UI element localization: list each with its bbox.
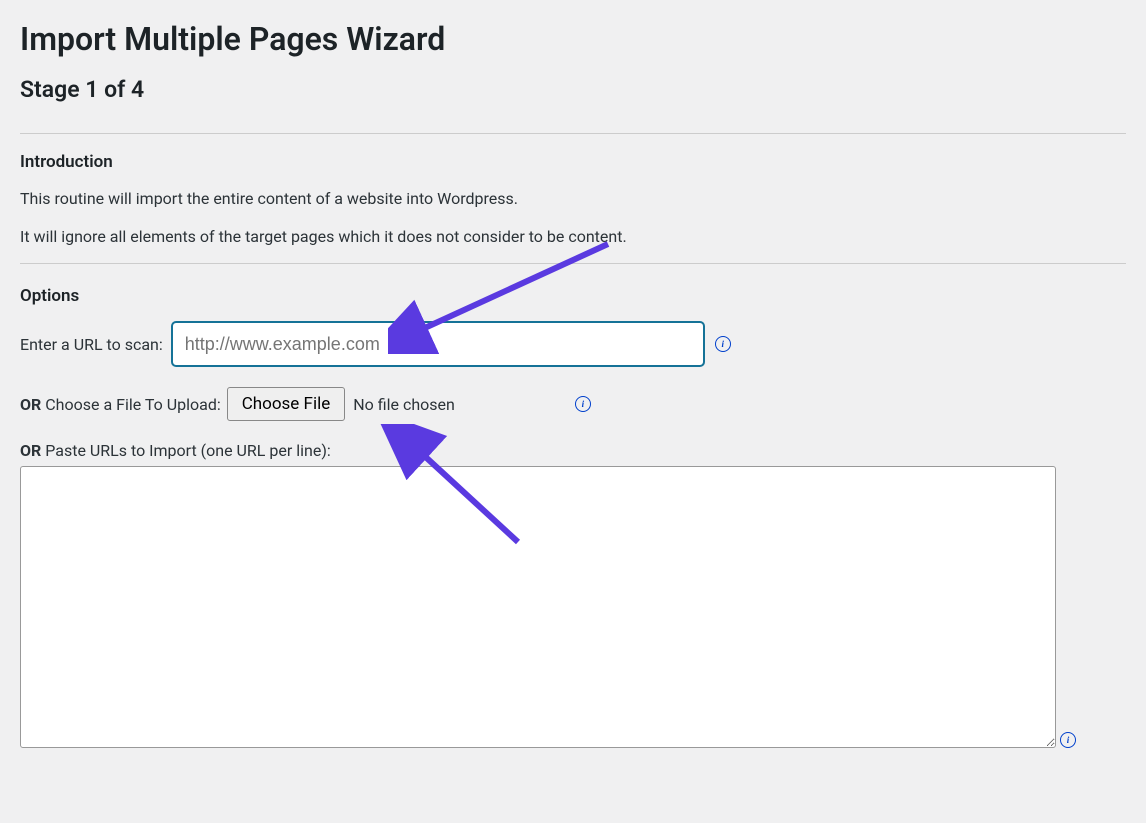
file-status: No file chosen [353,395,455,414]
url-input[interactable] [171,321,705,367]
paste-urls-label: OR Paste URLs to Import (one URL per lin… [20,441,1126,460]
options-heading: Options [20,286,1126,306]
intro-heading: Introduction [20,152,1126,172]
info-icon[interactable]: i [1060,732,1076,748]
choose-file-button[interactable]: Choose File [227,387,346,421]
stage-heading: Stage 1 of 4 [20,76,1126,103]
info-icon[interactable]: i [575,396,591,412]
url-label: Enter a URL to scan: [20,335,163,354]
page-title: Import Multiple Pages Wizard [20,20,1126,58]
divider [20,263,1126,264]
divider [20,133,1126,134]
paste-urls-textarea[interactable] [20,466,1056,748]
info-icon[interactable]: i [715,336,731,352]
file-upload-label: OR Choose a File To Upload: [20,395,221,414]
intro-text-2: It will ignore all elements of the targe… [20,225,1126,249]
intro-text-1: This routine will import the entire cont… [20,187,1126,211]
